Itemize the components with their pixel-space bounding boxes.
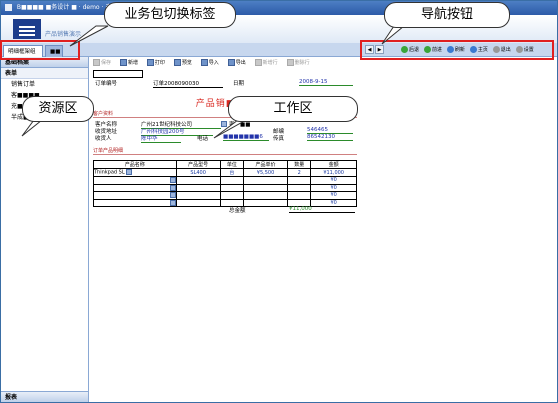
import-label: 导入 [208,60,219,66]
receiver-field[interactable]: 陈中华 [141,134,181,143]
chevron-down-icon[interactable] [221,121,227,127]
col-product-name: 产品名称 [93,160,177,169]
work-area-callout: 工作区 [228,96,358,122]
export-icon [227,59,235,66]
tabs-highlight [0,40,80,60]
print-button[interactable]: 打印 [145,58,165,68]
delete-row-label: 删除行 [294,60,310,66]
logo-icon [13,19,41,39]
table-header-row: 产品名称 产品型号 单位 产品单价 数量 金额 [93,160,357,169]
col-unit: 单位 [219,160,244,169]
amount-cell: ¥11,000 [310,168,357,177]
add-row-label: 新增行 [262,60,278,66]
model-cell[interactable] [175,198,221,207]
sidebar-item-sales-order[interactable]: 销售订单 [1,79,88,90]
logo-text: 产品销售演示 [45,31,82,38]
corner-box [93,70,143,78]
product-name-cell[interactable] [93,176,177,185]
preview-label: 预览 [181,60,192,66]
new-label: 新增 [127,60,138,66]
new-button[interactable]: 新增 [118,58,138,68]
product-name-value: Thinkpad SL [94,169,125,176]
receiver-label: 收货人 [95,136,112,142]
export-label: 导出 [235,60,246,66]
quantity-cell[interactable]: 2 [287,168,312,177]
quantity-cell[interactable] [287,191,312,200]
phone-field[interactable]: ■■■■■■■6 [223,134,269,141]
fax-label: 传真 [273,136,285,142]
chevron-down-icon[interactable] [169,199,176,206]
quantity-cell[interactable] [287,183,312,192]
tab-switch-callout: 业务包切换标签 [104,2,236,28]
import-button[interactable]: 导入 [199,58,219,68]
amount-cell: ¥0 [310,176,357,185]
nav-buttons-callout: 导航按钮 [384,2,510,28]
order-items-table: 产品名称 产品型号 单位 产品单价 数量 金额 Thinkpad SL SL40… [93,160,357,207]
nav-highlight [360,40,554,60]
save-button[interactable]: 保存 [91,58,111,68]
add-row-button[interactable]: 新增行 [253,58,278,68]
amount-cell: ¥0 [310,191,357,200]
sidebar-group-forms[interactable]: 表单 [1,68,88,79]
add-row-icon [254,59,262,66]
zip-field[interactable]: 546465 [307,127,353,134]
price-cell[interactable] [242,176,289,185]
print-icon [146,59,154,66]
new-icon [119,59,127,66]
import-icon [200,59,208,66]
total-label: 总金额 [229,208,246,214]
price-cell[interactable]: ¥5,500 [242,168,289,177]
unit-cell[interactable] [219,191,244,200]
preview-icon [173,59,181,66]
unit-cell[interactable]: 台 [219,168,244,177]
table-row: ¥0 [93,176,357,185]
model-cell[interactable] [175,191,221,200]
model-cell[interactable]: SL400 [175,168,221,177]
product-name-cell[interactable] [93,198,177,207]
price-cell[interactable] [242,191,289,200]
col-quantity: 数量 [287,160,312,169]
table-row: ¥0 [93,183,357,192]
chevron-down-icon[interactable] [169,192,176,198]
app-window: B■■■■ ■务设计 ■ · demo · 产品销售 产品销售演示 明细框架组 … [0,0,558,403]
col-unit-price: 产品单价 [242,160,289,169]
detail-section-label: 订单产品明细 [93,148,357,155]
save-label: 保存 [101,60,112,66]
col-model: 产品型号 [175,160,221,169]
table-row: ¥0 [93,191,357,200]
resource-area-callout: 资源区 [22,96,94,122]
unit-cell[interactable] [219,183,244,192]
print-label: 打印 [154,60,165,66]
chevron-down-icon[interactable] [169,184,176,191]
order-no-label: 订单编号 [95,81,118,87]
price-cell[interactable] [242,183,289,192]
model-cell[interactable] [175,176,221,185]
sidebar-footer-reports[interactable]: 报表 [1,391,88,402]
product-name-cell[interactable] [93,191,177,200]
preview-button[interactable]: 预览 [172,58,192,68]
col-amount: 金额 [310,160,357,169]
quantity-cell[interactable] [287,176,312,185]
chevron-down-icon[interactable] [126,169,133,176]
date-label: 日期 [233,81,245,87]
product-name-cell[interactable]: Thinkpad SL [93,168,177,177]
save-icon [93,59,100,66]
delete-row-icon [286,59,294,66]
export-button[interactable]: 导出 [226,58,246,68]
product-name-cell[interactable] [93,183,177,192]
order-no-field[interactable]: 订单2008090030 [153,79,223,88]
chevron-down-icon[interactable] [169,177,176,183]
total-value: ¥11,000 [289,206,355,213]
date-field[interactable]: 2008-9-15 [299,79,353,86]
app-icon [5,4,12,11]
fax-field[interactable]: 86542130 [307,134,353,141]
table-row: Thinkpad SL SL400 台 ¥5,500 2 ¥11,000 [93,168,357,177]
model-cell[interactable] [175,183,221,192]
delete-row-button[interactable]: 删除行 [285,58,310,68]
price-cell[interactable] [242,198,289,207]
work-area: 订单编号 订单2008090030 日期 2008-9-15 产品销■■■ 客户… [93,70,357,220]
phone-label: 电话 [197,136,209,142]
unit-cell[interactable] [219,176,244,185]
amount-cell: ¥0 [310,183,357,192]
